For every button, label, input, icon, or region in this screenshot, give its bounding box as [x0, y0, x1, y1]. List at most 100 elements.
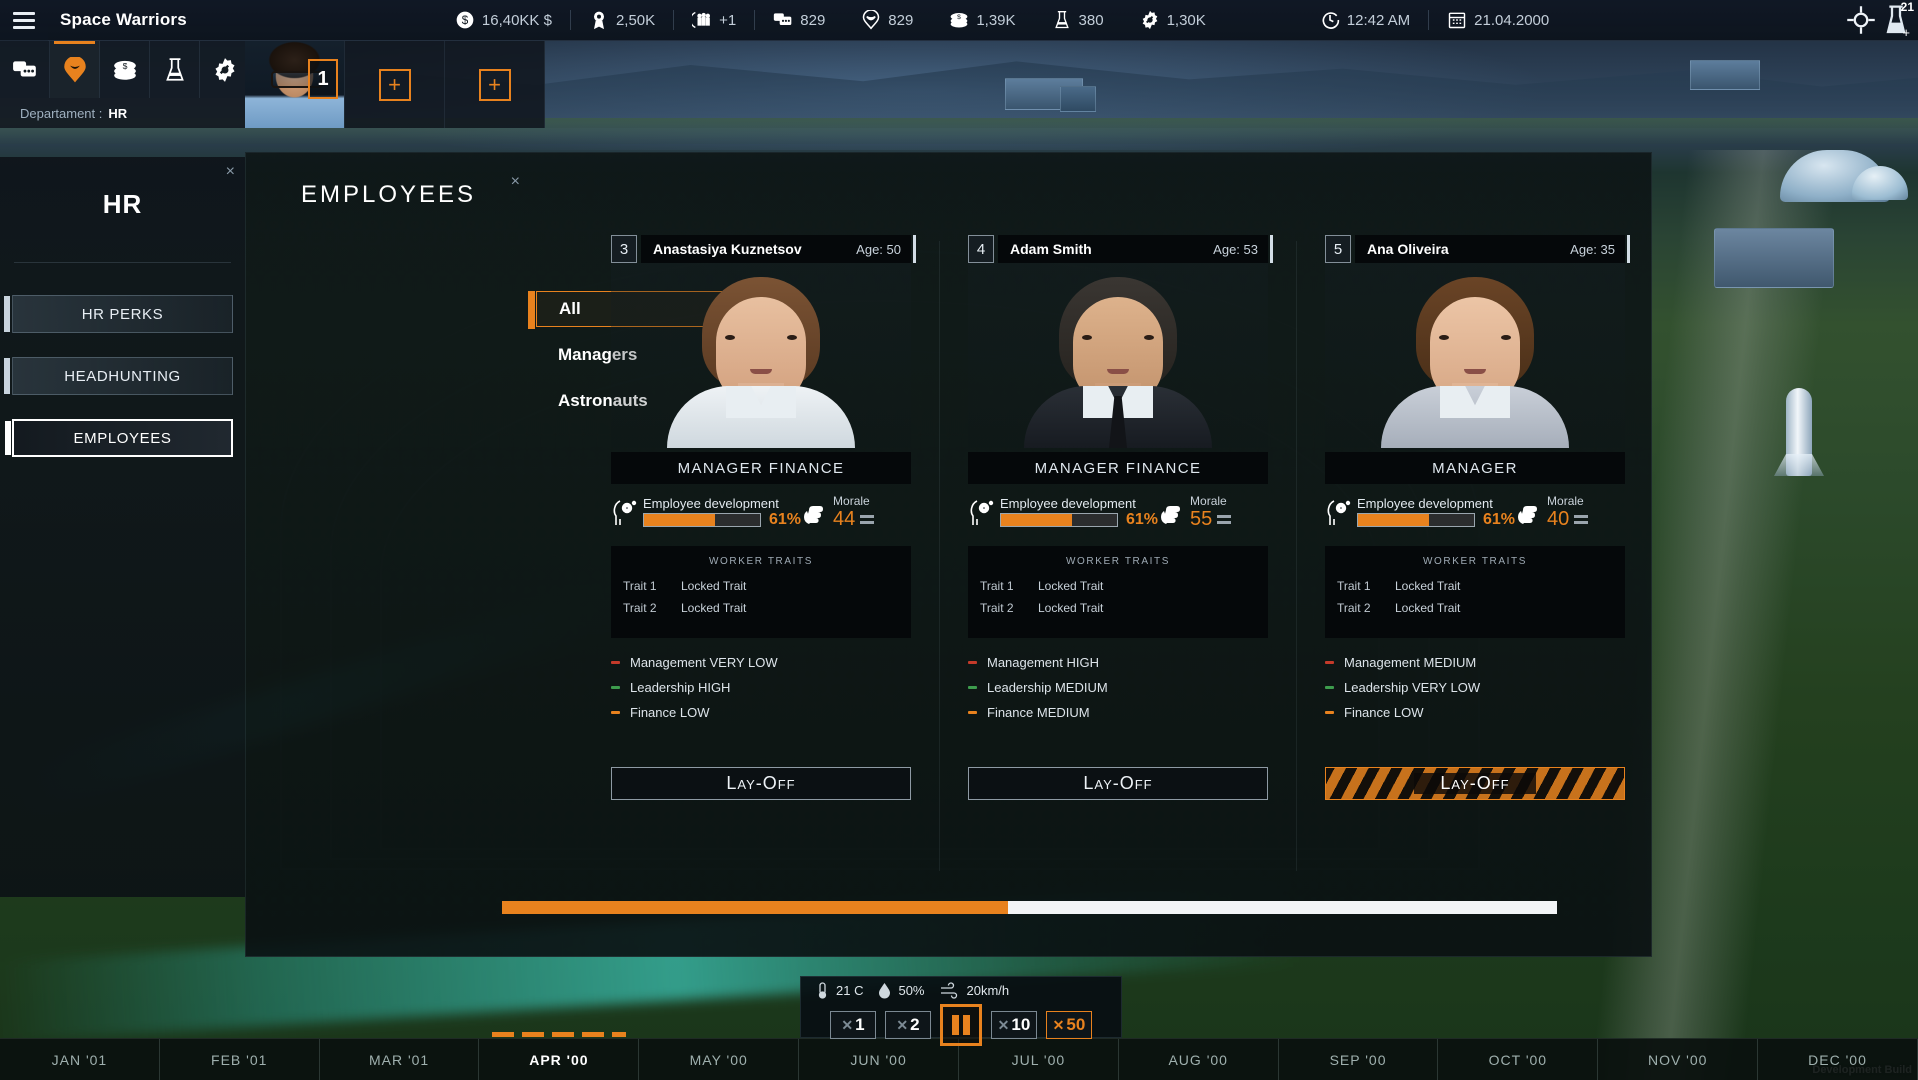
skill-label: Leadership MEDIUM [987, 680, 1108, 695]
employee-name-bar[interactable]: Anastasiya Kuznetsov Age: 50 [641, 235, 916, 263]
divider [1296, 241, 1297, 871]
timeline-month[interactable]: NOV '00 [1598, 1039, 1759, 1080]
speed-buttons: ✕ 1 ✕ 2 ✕ 10 ✕ 50 [801, 1002, 1121, 1046]
skill-dot [611, 711, 620, 714]
employee-number: 5 [1325, 235, 1351, 263]
resource-coins-value: 1,39K [976, 11, 1016, 29]
hamburger-menu-icon[interactable] [0, 0, 48, 41]
resource-production-value: 1,30K [1166, 11, 1206, 29]
speed-button-1x[interactable]: ✕ 1 [830, 1011, 876, 1039]
dept-tab-finance[interactable]: $ [100, 41, 150, 98]
timeline-month[interactable]: MAY '00 [639, 1039, 800, 1080]
skill-row: Leadership HIGH [611, 675, 911, 700]
resource-science[interactable]: 380 [1034, 10, 1122, 30]
morale-trend-icon [860, 515, 875, 524]
employee-development-bar [1357, 513, 1475, 527]
add-manager-slot-1[interactable]: + [345, 41, 445, 128]
worker-traits-header: WORKER TRAITS [1066, 556, 1170, 567]
gear-icon [1140, 10, 1160, 30]
resource-coins[interactable]: $ 1,39K [931, 10, 1033, 30]
locate-target-icon[interactable] [1846, 5, 1876, 35]
resource-medal-value: 2,50K [615, 11, 656, 29]
alien-icon [861, 10, 881, 30]
employee-number: 3 [611, 235, 637, 263]
employee-morale-value: 40 [1547, 508, 1570, 530]
hr-menu-item-headhunting[interactable]: HEADHUNTING [4, 357, 233, 395]
dept-tab-production[interactable] [200, 41, 250, 98]
resource-money[interactable]: $ 16,40KK $ [437, 10, 570, 30]
employee-name-bar[interactable]: Adam Smith Age: 53 [998, 235, 1273, 263]
wind-value: 20km/h [966, 983, 1010, 998]
employee-development: Employee development 61% [639, 497, 801, 529]
employee-portrait [968, 263, 1268, 448]
timeline-month[interactable]: FEB '01 [160, 1039, 320, 1080]
resource-population-value: +1 [719, 11, 737, 29]
employee-card: 4 Adam Smith Age: 53 MANAGER FINANCE Emp… [968, 235, 1297, 871]
hr-panel-title: HR [102, 189, 143, 219]
employee-stats: Employee development 61% Morale 40 [1325, 494, 1625, 532]
timeline-month[interactable]: SEP '00 [1279, 1039, 1439, 1080]
manager-portrait-slot[interactable]: 1 [245, 41, 345, 128]
resource-population[interactable]: +1 [673, 10, 754, 30]
layoff-button-label: Lay-Off [1083, 773, 1153, 793]
employee-development-bar [643, 513, 761, 527]
worker-traits-box: WORKER TRAITS Trait 1 Locked Trait Trait… [611, 546, 911, 638]
employees-window-close-icon[interactable]: × [511, 173, 520, 191]
layoff-button[interactable]: Lay-Off [611, 767, 911, 800]
skill-row: Management HIGH [968, 650, 1268, 675]
morale-trend-icon [1574, 515, 1589, 524]
speed-button-2x[interactable]: ✕ 2 [885, 1011, 931, 1039]
dept-tab-research[interactable] [150, 41, 200, 98]
skill-dot [1325, 711, 1334, 714]
speed-button-label: 10 [1011, 1015, 1031, 1034]
employee-age: Age: 35 [1570, 241, 1615, 257]
notification-plus-icon: + [1902, 25, 1910, 40]
timeline-month-current[interactable]: APR '00 [479, 1032, 640, 1080]
timeline-month[interactable]: AUG '00 [1119, 1039, 1279, 1080]
building [1690, 60, 1760, 90]
employee-name-bar[interactable]: Ana Oliveira Age: 35 [1355, 235, 1630, 263]
add-manager-slot-2[interactable]: + [445, 41, 545, 128]
morale-trend-icon [1217, 515, 1232, 524]
trait-key: Trait 1 [1337, 579, 1371, 593]
skill-label: Leadership VERY LOW [1344, 680, 1481, 695]
game-screen: Space Warriors $ 16,40KK $ 2,50K +1 829 … [0, 0, 1918, 1080]
hr-panel-close-icon[interactable]: × [226, 163, 235, 181]
notification-icon[interactable]: 21 + [1880, 0, 1914, 40]
layoff-button[interactable]: Lay-Off [968, 767, 1268, 800]
multiplier-icon: ✕ [841, 1016, 854, 1033]
clock-group: 12:42 AM 21.04.2000 [1302, 10, 1567, 30]
timeline-month[interactable]: MAR '01 [320, 1039, 480, 1080]
employee-card: 3 Anastasiya Kuznetsov Age: 50 MANAGER F… [611, 235, 940, 871]
hr-menu-item-perks[interactable]: HR PERKS [4, 295, 233, 333]
skill-dot [611, 661, 620, 664]
pause-button[interactable] [940, 1004, 982, 1046]
flask-icon [1052, 10, 1072, 30]
layoff-button[interactable]: Lay-Off [1325, 767, 1625, 800]
divider [939, 241, 940, 871]
employees-window-title: EMPLOYEES [301, 181, 477, 208]
dept-tab-chat[interactable] [0, 41, 50, 98]
timeline-month[interactable]: JAN '01 [0, 1039, 160, 1080]
department-label-key: Departament : [20, 105, 103, 121]
resource-medal[interactable]: 2,50K [569, 10, 673, 30]
employee-development-label: Employee development [1000, 496, 1136, 511]
dept-tab-hr[interactable] [50, 41, 100, 98]
hr-menu-item-employees[interactable]: EMPLOYEES [5, 419, 233, 457]
resource-chat[interactable]: 829 [754, 10, 843, 30]
resource-alien[interactable]: 829 [843, 10, 931, 30]
employees-window: × EMPLOYEES All Managers Astronauts 3 An… [245, 152, 1652, 957]
employee-development-value: 61% [1483, 511, 1516, 528]
skill-label: Finance LOW [630, 705, 710, 720]
game-clock: 12:42 AM [1302, 10, 1428, 30]
timeline-month[interactable]: OCT '00 [1438, 1039, 1599, 1080]
timeline-month[interactable]: DEC '00 [1758, 1039, 1918, 1080]
resource-production[interactable]: 1,30K [1122, 10, 1224, 30]
employee-portrait [611, 263, 911, 448]
skill-row: Management VERY LOW [611, 650, 911, 675]
employee-development-label: Employee development [1357, 496, 1493, 511]
speed-button-10x[interactable]: ✕ 10 [991, 1011, 1037, 1039]
employees-horizontal-scrollbar[interactable] [502, 901, 1557, 914]
speed-button-50x[interactable]: ✕ 50 [1046, 1011, 1092, 1039]
employee-morale-label: Morale [1190, 494, 1227, 508]
